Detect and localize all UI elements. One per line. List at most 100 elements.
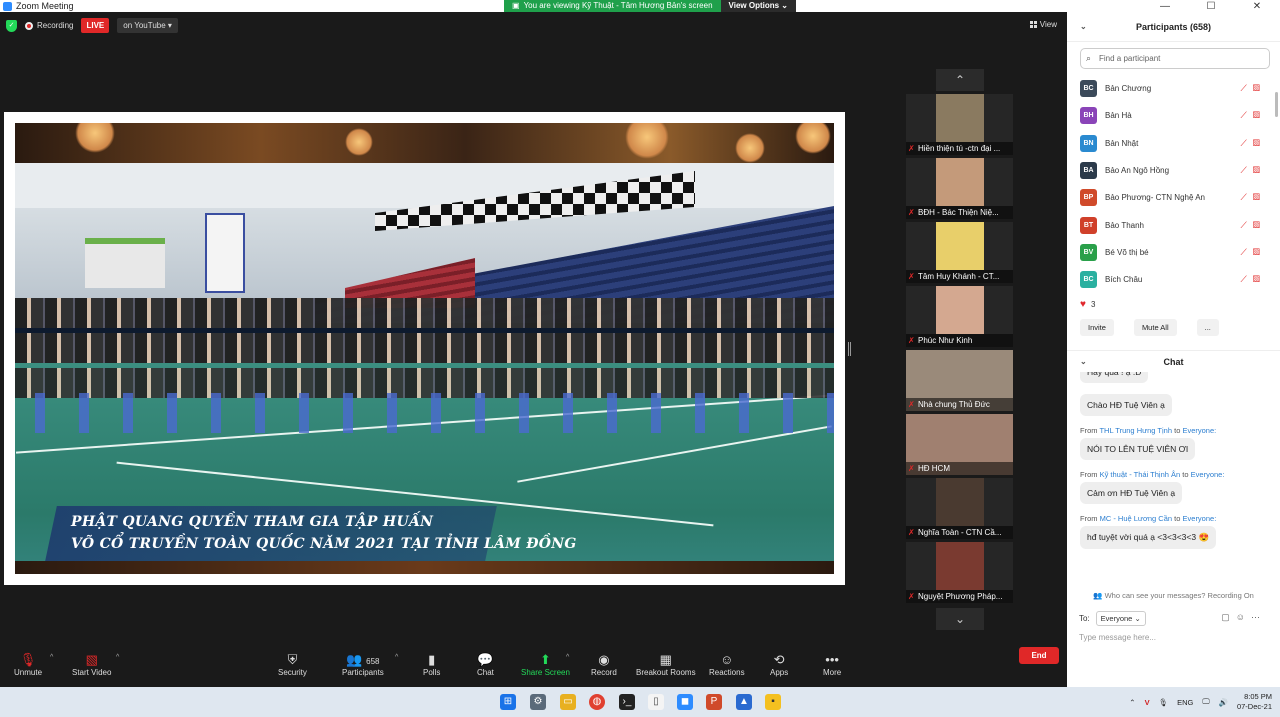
- mute-all-button[interactable]: Mute All: [1133, 319, 1177, 336]
- chat-message-input[interactable]: Type message here...: [1079, 633, 1156, 642]
- ellipsis-icon[interactable]: ⋯: [1251, 612, 1266, 622]
- chat-target[interactable]: Everyone:: [1191, 470, 1225, 479]
- video-tile[interactable]: ✗ Hiền thiện tú -ctn đại ...: [906, 94, 1013, 155]
- participant-row[interactable]: BA Bảo An Ngô Hồng ⟋▧: [1067, 157, 1280, 184]
- apps-button[interactable]: ⟲ Apps: [770, 652, 788, 677]
- chat-sender[interactable]: MC - Huệ Lương Cần: [1100, 514, 1172, 523]
- splitter-handle[interactable]: [848, 342, 851, 356]
- video-tile[interactable]: ✗ Nhà chung Thủ Đức: [906, 350, 1013, 411]
- document-icon[interactable]: ▯: [648, 694, 664, 710]
- search-icon: ⌕: [1086, 53, 1092, 63]
- chat-target[interactable]: Everyone:: [1183, 514, 1217, 523]
- video-tile-name: ✗ Nghĩa Toàn - CTN Cầ...: [906, 526, 1013, 539]
- settings-gear-icon[interactable]: ⚙: [530, 694, 546, 710]
- volume-icon[interactable]: 🔊: [1219, 698, 1228, 707]
- more-button[interactable]: ••• More: [823, 652, 841, 677]
- participant-video: [936, 542, 984, 590]
- live-badge[interactable]: LIVE: [81, 18, 110, 33]
- more-options-button[interactable]: ...: [1196, 319, 1219, 336]
- video-tile[interactable]: ✗ Nguyệt Phương Pháp...: [906, 542, 1013, 603]
- audio-options-caret[interactable]: ^: [50, 654, 53, 661]
- sticky-notes-icon[interactable]: ▪: [765, 694, 781, 710]
- emoji-icon[interactable]: ☺: [1236, 612, 1251, 622]
- share-options-caret[interactable]: ^: [566, 654, 569, 661]
- chrome-icon[interactable]: ◍: [589, 694, 605, 710]
- livestream-platform-dropdown[interactable]: on YouTube ▾: [117, 18, 178, 33]
- security-button[interactable]: ⛨ Security: [278, 652, 307, 677]
- participant-row[interactable]: BV Bé Võ thị bé ⟋▧: [1067, 239, 1280, 266]
- view-button[interactable]: View: [1029, 20, 1057, 29]
- avatar: BN: [1080, 134, 1097, 152]
- encryption-shield-icon[interactable]: ✓: [6, 19, 17, 32]
- chat-message: NÓI TO LÊN TUỆ VIÊN ƠI: [1080, 438, 1196, 460]
- participants-button[interactable]: 👥 658 Participants ^: [342, 652, 398, 677]
- participant-search-input[interactable]: ⌕ Find a participant: [1080, 48, 1270, 69]
- file-icon[interactable]: ▢: [1221, 612, 1236, 622]
- reactions-button[interactable]: ☺ Reactions: [709, 652, 745, 677]
- recording-indicator[interactable]: Recording: [25, 21, 73, 30]
- file-explorer-icon[interactable]: ▭: [560, 694, 576, 710]
- invite-button[interactable]: Invite: [1080, 319, 1114, 336]
- reactions-label: Reactions: [709, 668, 745, 677]
- participant-name: Tâm Huy Khánh - CT...: [918, 272, 1000, 281]
- collapse-chevron-icon[interactable]: ⌄: [1080, 22, 1087, 31]
- avatar: BV: [1080, 243, 1097, 261]
- video-options-caret[interactable]: ^: [116, 654, 119, 661]
- maximize-button[interactable]: ☐: [1188, 1, 1234, 12]
- record-button[interactable]: ◉ Record: [591, 652, 617, 677]
- chat-prefix: From: [1080, 514, 1098, 523]
- recipient-dropdown[interactable]: Everyone ⌄: [1095, 611, 1146, 626]
- chat-button[interactable]: 💬 Chat: [477, 652, 494, 677]
- participant-row[interactable]: BT Bảo Thanh ⟋▧: [1067, 211, 1280, 238]
- participant-name: BĐH - Bác Thiện Niệ...: [918, 208, 999, 217]
- participants-label: Participants: [342, 668, 384, 677]
- gallery-down-arrow[interactable]: ⌄: [936, 608, 984, 630]
- clock[interactable]: 8:05 PM 07-Dec-21: [1237, 692, 1272, 712]
- participant-name: Bảo Thanh: [1105, 220, 1144, 230]
- end-meeting-button[interactable]: End: [1019, 647, 1059, 664]
- view-options-button[interactable]: View Options ⌄: [720, 0, 796, 12]
- avatar: BA: [1080, 162, 1097, 180]
- participant-row[interactable]: BC Bích Châu ⟋▧: [1067, 266, 1280, 293]
- viewing-notice-text: You are viewing Kỹ Thuật - Tâm Hương Bản…: [523, 1, 713, 10]
- terminal-icon[interactable]: ›_: [619, 694, 635, 710]
- collapse-chevron-icon[interactable]: ⌄: [1080, 357, 1087, 366]
- video-tile[interactable]: ✗ BĐH - Bác Thiện Niệ...: [906, 158, 1013, 219]
- chat-target[interactable]: Everyone:: [1182, 426, 1216, 435]
- participant-row[interactable]: BH Bản Hà ⟋▧: [1067, 102, 1280, 129]
- who-can-see-notice[interactable]: 👥 Who can see your messages? Recording O…: [1067, 591, 1280, 600]
- video-tile[interactable]: ✗ Phúc Như Kinh: [906, 286, 1013, 347]
- chat-sender[interactable]: THL Trung Hưng Tịnh: [1099, 426, 1172, 435]
- video-tile[interactable]: ✗ Tâm Huy Khánh - CT...: [906, 222, 1013, 283]
- powerpoint-icon[interactable]: P: [706, 694, 722, 710]
- video-tile[interactable]: ✗ Nghĩa Toàn - CTN Cầ...: [906, 478, 1013, 539]
- tray-overflow-chevron-icon[interactable]: ⌃: [1129, 698, 1135, 707]
- participant-row[interactable]: BN Bản Nhật ⟋▧: [1067, 130, 1280, 157]
- video-tile[interactable]: ✗ HĐ HCM: [906, 414, 1013, 475]
- participant-row[interactable]: BP Bảo Phương- CTN Nghệ An ⟋▧: [1067, 184, 1280, 211]
- unmute-button[interactable]: 🎙 Unmute ^: [14, 652, 53, 677]
- zoom-taskbar-icon[interactable]: ◼: [677, 694, 693, 710]
- chevron-up-icon: ⌃: [954, 73, 966, 87]
- participant-list-scrollbar[interactable]: [1275, 92, 1278, 117]
- system-tray: ⌃ V 🎙 ENG 🖵 🔊 8:05 PM 07-Dec-21: [1129, 687, 1280, 717]
- participant-row[interactable]: BC Bản Chương ⟋▧: [1067, 75, 1280, 102]
- close-window-button[interactable]: ✕: [1234, 1, 1280, 12]
- breakout-rooms-button[interactable]: ▦ Breakout Rooms: [636, 652, 696, 677]
- antivirus-tray-icon[interactable]: V: [1145, 698, 1150, 707]
- meeting-area: ▣ You are viewing Kỹ Thuật - Tâm Hương B…: [0, 0, 1067, 687]
- muted-mic-icon: ✗: [908, 400, 915, 409]
- start-menu-icon[interactable]: ⊞: [500, 694, 516, 710]
- start-video-button[interactable]: ▧ Start Video ^: [72, 652, 119, 677]
- share-screen-button[interactable]: ⬆ Share Screen ^: [521, 652, 570, 677]
- participants-options-caret[interactable]: ^: [395, 654, 398, 661]
- chat-sender[interactable]: Kỹ thuật - Thái Thịnh Ân: [1100, 470, 1181, 479]
- minimize-button[interactable]: —: [1142, 1, 1188, 12]
- gallery-up-arrow[interactable]: ⌃: [936, 69, 984, 91]
- video-tile-name: ✗ Hiền thiện tú -ctn đại ...: [906, 142, 1013, 155]
- language-indicator[interactable]: ENG: [1177, 698, 1193, 707]
- microphone-tray-icon[interactable]: 🎙: [1159, 698, 1169, 707]
- network-icon[interactable]: 🖵: [1202, 697, 1209, 707]
- polls-button[interactable]: ▮ Polls: [423, 652, 440, 677]
- photos-icon[interactable]: ▲: [736, 694, 752, 710]
